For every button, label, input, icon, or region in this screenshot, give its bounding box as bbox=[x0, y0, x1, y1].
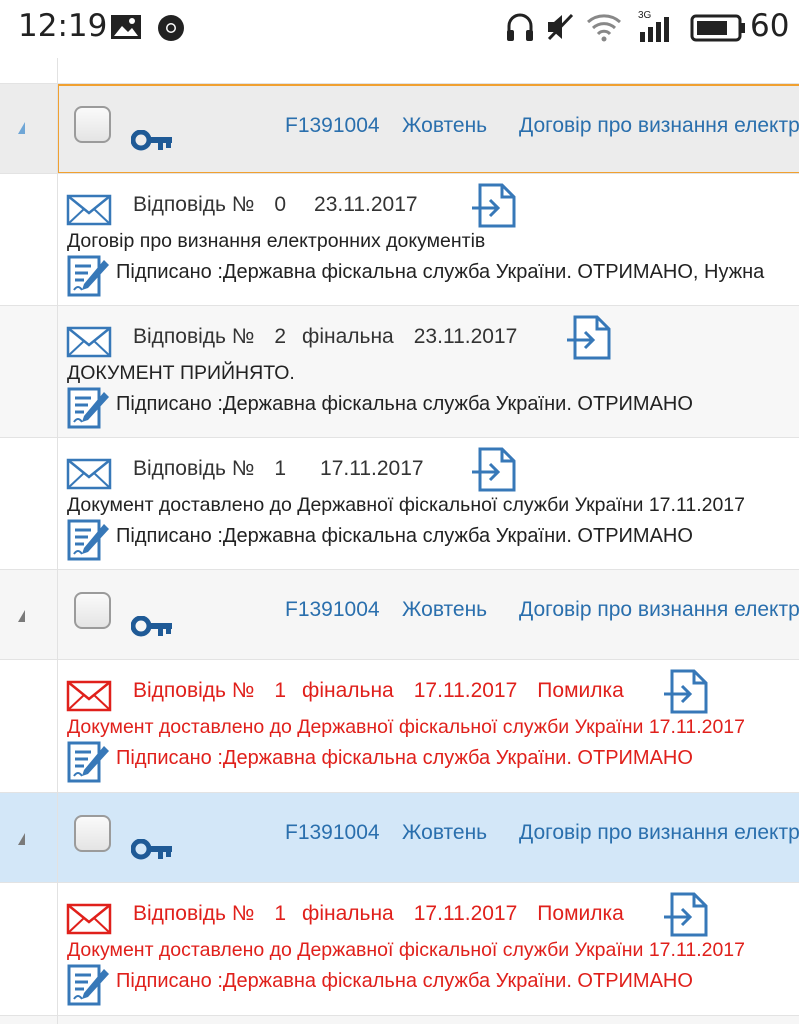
group-checkbox[interactable] bbox=[74, 592, 111, 629]
signed-status: Підписано :Державна фіскальна служба Укр… bbox=[116, 261, 765, 283]
collapse-triangle-icon[interactable] bbox=[18, 610, 25, 622]
mute-icon bbox=[547, 13, 574, 41]
response-number: 1 bbox=[274, 902, 287, 925]
envelope-icon bbox=[66, 903, 112, 935]
response-number: 0 bbox=[274, 193, 287, 216]
response-message: Документ доставлено до Державної фіскаль… bbox=[67, 494, 745, 516]
signal-icon bbox=[640, 17, 669, 42]
response-header: Відповідь № 1 фінальна 17.11.2017 Помилка bbox=[133, 679, 644, 703]
group-month[interactable]: Жовтень bbox=[402, 598, 487, 622]
response-header: Відповідь № 1 17.11.2017 bbox=[133, 457, 444, 481]
response-row[interactable]: Відповідь № 2 фінальна 23.11.2017 ДОКУМЕНТ … bbox=[0, 306, 799, 438]
list-footer bbox=[0, 1016, 799, 1024]
group-code[interactable]: F1391004 bbox=[285, 114, 380, 138]
gallery-icon bbox=[111, 15, 141, 39]
envelope-icon bbox=[66, 680, 112, 712]
key-icon bbox=[131, 130, 172, 151]
response-error: Помилка bbox=[537, 902, 624, 925]
signed-status: Підписано :Державна фіскальна служба Укр… bbox=[116, 970, 693, 992]
envelope-icon bbox=[66, 458, 112, 490]
response-row[interactable]: Відповідь № 1 фінальна 17.11.2017 Помилка До… bbox=[0, 660, 799, 793]
group-title[interactable]: Договір про визнання електронних докумен… bbox=[519, 821, 799, 845]
response-date: 23.11.2017 bbox=[314, 193, 418, 216]
response-label: Відповідь № bbox=[133, 325, 255, 348]
response-label: Відповідь № bbox=[133, 679, 255, 702]
response-row[interactable]: Відповідь № 0 23.11.2017 Договір про визна… bbox=[0, 174, 799, 306]
response-header: Відповідь № 1 фінальна 17.11.2017 Помилка bbox=[133, 902, 644, 926]
open-document-icon[interactable] bbox=[470, 446, 518, 494]
collapse-triangle-icon[interactable] bbox=[18, 833, 25, 845]
open-document-icon[interactable] bbox=[470, 182, 518, 230]
response-message: Договір про визнання електронних докумен… bbox=[67, 230, 486, 252]
response-label: Відповідь № bbox=[133, 902, 255, 925]
left-column-divider bbox=[57, 58, 58, 1024]
signed-status: Підписано :Державна фіскальна служба Укр… bbox=[116, 393, 693, 415]
signed-status: Підписано :Державна фіскальна служба Укр… bbox=[116, 525, 693, 547]
document-group[interactable]: F1391004 Жовтень Договір про визнання ел… bbox=[0, 570, 799, 660]
response-final: фінальна bbox=[302, 325, 394, 348]
chrome-icon bbox=[158, 15, 184, 41]
group-checkbox[interactable] bbox=[74, 815, 111, 852]
response-number: 2 bbox=[274, 325, 287, 348]
response-message: Документ доставлено до Державної фіскаль… bbox=[67, 939, 745, 961]
collapse-triangle-icon[interactable] bbox=[18, 122, 25, 134]
response-row[interactable]: Відповідь № 1 фінальна 17.11.2017 Помилка До… bbox=[0, 883, 799, 1016]
open-document-icon[interactable] bbox=[565, 314, 613, 362]
signed-document-icon bbox=[67, 741, 109, 783]
open-document-icon[interactable] bbox=[662, 891, 710, 939]
signed-document-icon bbox=[67, 519, 109, 561]
group-title[interactable]: Договір про визнання електронних докумен… bbox=[519, 114, 799, 138]
document-list: F1391004 Жовтень Договір про визнання ел… bbox=[0, 58, 799, 1024]
response-date: 17.11.2017 bbox=[320, 457, 424, 480]
signed-document-icon bbox=[67, 964, 109, 1006]
list-spacer bbox=[0, 58, 799, 84]
status-bar: 12:19 3G 60 bbox=[0, 0, 799, 58]
response-number: 1 bbox=[274, 679, 287, 702]
response-error: Помилка bbox=[537, 679, 624, 702]
wifi-icon bbox=[587, 14, 621, 42]
response-header: Відповідь № 0 23.11.2017 bbox=[133, 193, 438, 217]
response-message: Документ доставлено до Державної фіскаль… bbox=[67, 716, 745, 738]
battery-icon bbox=[690, 14, 745, 42]
battery-level: 60 bbox=[750, 8, 790, 44]
response-date: 23.11.2017 bbox=[413, 325, 518, 348]
document-group[interactable]: F1391004 Жовтень Договір про визнання ел… bbox=[0, 793, 799, 883]
group-code[interactable]: F1391004 bbox=[285, 821, 380, 845]
status-time: 12:19 bbox=[18, 8, 108, 44]
group-code[interactable]: F1391004 bbox=[285, 598, 380, 622]
response-number: 1 bbox=[274, 457, 287, 480]
group-month[interactable]: Жовтень bbox=[402, 114, 487, 138]
envelope-icon bbox=[66, 326, 112, 358]
response-label: Відповідь № bbox=[133, 457, 255, 480]
signed-document-icon bbox=[67, 255, 109, 297]
headphones-icon bbox=[507, 13, 533, 41]
envelope-icon bbox=[66, 194, 112, 226]
response-header: Відповідь № 2 фінальна 23.11.2017 bbox=[133, 325, 537, 349]
group-title[interactable]: Договір про визнання електронних докумен… bbox=[519, 598, 799, 622]
open-document-icon[interactable] bbox=[662, 668, 710, 716]
response-row[interactable]: Відповідь № 1 17.11.2017 Документ доставле… bbox=[0, 438, 799, 570]
signed-status: Підписано :Державна фіскальна служба Укр… bbox=[116, 747, 693, 769]
signed-document-icon bbox=[67, 387, 109, 429]
document-group[interactable]: F1391004 Жовтень Договір про визнання ел… bbox=[0, 84, 799, 174]
response-final: фінальна bbox=[302, 902, 394, 925]
key-icon bbox=[131, 616, 172, 637]
response-message: ДОКУМЕНТ ПРИЙНЯТО. bbox=[67, 362, 295, 384]
response-final: фінальна bbox=[302, 679, 394, 702]
response-date: 17.11.2017 bbox=[413, 902, 518, 925]
group-month[interactable]: Жовтень bbox=[402, 821, 487, 845]
key-icon bbox=[131, 839, 172, 860]
response-label: Відповідь № bbox=[133, 193, 255, 216]
response-date: 17.11.2017 bbox=[413, 679, 518, 702]
group-checkbox[interactable] bbox=[74, 106, 111, 143]
